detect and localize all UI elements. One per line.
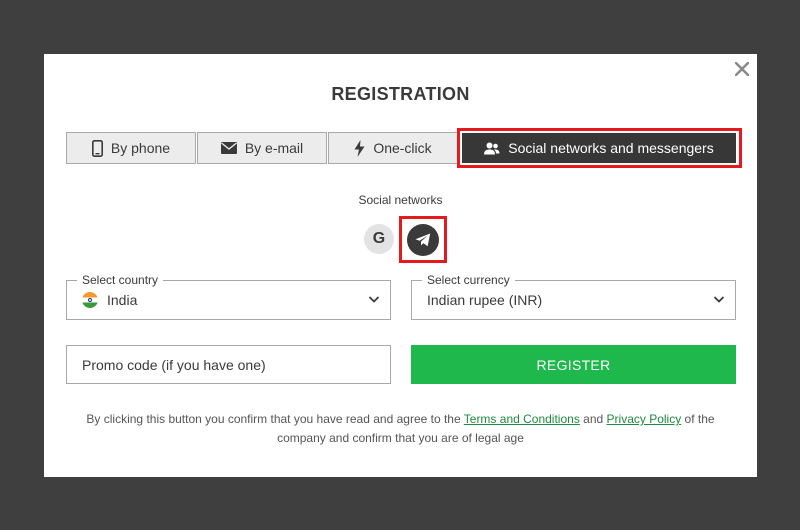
active-tab-highlight: Social networks and messengers [457, 128, 742, 168]
envelope-icon [220, 142, 237, 154]
telegram-highlight [399, 216, 447, 263]
currency-value: Indian rupee (INR) [427, 292, 543, 308]
promo-code-input[interactable] [66, 345, 391, 384]
india-flag-icon [82, 292, 98, 308]
phone-icon [91, 139, 103, 157]
tab-label: One-click [373, 140, 432, 156]
tab-label: Social networks and messengers [508, 140, 714, 156]
tab-by-phone[interactable]: By phone [66, 132, 196, 164]
country-value: India [107, 292, 138, 308]
lightning-icon [354, 139, 365, 157]
currency-select[interactable]: Select currency Indian rupee (INR) [411, 273, 736, 320]
tab-label: By e-mail [244, 140, 304, 156]
tab-social-networks[interactable]: Social networks and messengers [462, 133, 736, 163]
social-networks-label: Social networks [358, 193, 443, 207]
terms-text-before: By clicking this button you confirm that… [86, 412, 464, 426]
close-button[interactable] [732, 59, 752, 79]
tab-one-click[interactable]: One-click [328, 132, 458, 164]
close-icon [735, 62, 749, 76]
chevron-down-icon [713, 296, 725, 303]
registration-modal: REGISTRATION By phone By e-mail One-clic… [44, 54, 757, 477]
tab-by-email[interactable]: By e-mail [197, 132, 327, 164]
telegram-icon [415, 233, 431, 246]
modal-title: REGISTRATION [331, 84, 470, 104]
register-button[interactable]: REGISTER [411, 345, 736, 384]
privacy-policy-link[interactable]: Privacy Policy [607, 412, 682, 426]
tab-label: By phone [110, 140, 171, 156]
terms-text-middle: and [579, 412, 607, 426]
telegram-login-button[interactable] [407, 223, 439, 256]
terms-text: By clicking this button you confirm that… [74, 410, 727, 448]
users-icon [484, 142, 500, 154]
terms-and-conditions-link[interactable]: Terms and Conditions [464, 412, 580, 426]
google-icon: G [372, 230, 386, 247]
registration-tabs: By phone By e-mail One-click Social netw… [66, 128, 742, 168]
country-select[interactable]: Select country India [66, 273, 391, 320]
chevron-down-icon [368, 296, 380, 303]
google-login-button[interactable]: G [364, 224, 394, 254]
